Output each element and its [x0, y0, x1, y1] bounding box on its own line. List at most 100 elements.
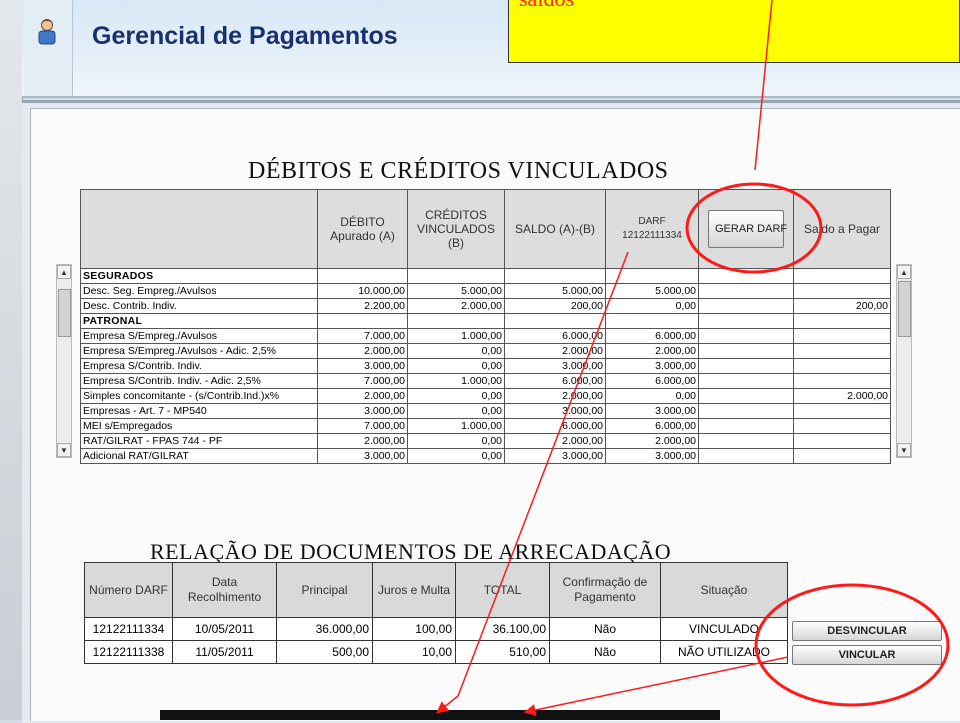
debitos-cell-saldo: 2.000,00 — [504, 343, 606, 359]
docs-header-principal: Principal — [276, 562, 373, 618]
annotation-note: saldos — [508, 0, 960, 63]
docs-cell-data: 11/05/2011 — [172, 640, 277, 664]
debitos-cell-pagar — [793, 328, 891, 344]
debitos-row: MEI s/Empregados 7.000,00 1.000,00 6.000,00… — [80, 418, 891, 434]
debitos-cell-saldo: 6.000,00 — [504, 418, 606, 434]
debitos-cell-pagar — [793, 448, 891, 464]
documentos-row[interactable]: 12122111338 11/05/2011 500,00 10,00 510,00 Nã… — [84, 640, 788, 664]
documentos-row[interactable]: 12122111334 10/05/2011 36.000,00 100,00 36.1… — [84, 617, 788, 641]
docs-cell-confirmacao: Não — [549, 640, 661, 664]
debitos-row: Empresa S/Empreg./Avulsos 7.000,00 1.000,0… — [80, 328, 891, 344]
debitos-cell-debito — [317, 313, 408, 329]
debitos-group-row: SEGURADOS — [80, 268, 891, 284]
debitos-cell-pagar — [793, 433, 891, 449]
debitos-cell-saldo: 5.000,00 — [504, 283, 606, 299]
debitos-cell-credito: 0,00 — [407, 403, 505, 419]
page-title: Gerencial de Pagamentos — [92, 22, 398, 50]
debitos-cell-gerar — [698, 388, 794, 404]
user-tile[interactable] — [24, 0, 73, 96]
debitos-row: Empresa S/Empreg./Avulsos - Adic. 2,5% 2.… — [80, 343, 891, 359]
debitos-cell-darf: 0,00 — [605, 298, 699, 314]
right-scrollbar[interactable]: ▲ ▼ — [896, 264, 912, 458]
docs-cell-principal: 500,00 — [276, 640, 373, 664]
debitos-cell-debito: 3.000,00 — [317, 358, 408, 374]
debitos-cell-credito: 0,00 — [407, 448, 505, 464]
debitos-cell-saldo: 6.000,00 — [504, 328, 606, 344]
debitos-cell-gerar — [698, 343, 794, 359]
docs-cell-juros: 100,00 — [372, 617, 456, 641]
debitos-row: Empresa S/Contrib. Indiv. - Adic. 2,5% 7.… — [80, 373, 891, 389]
left-rail — [0, 0, 23, 720]
debitos-cell-gerar — [698, 433, 794, 449]
debitos-cell-darf: 0,00 — [605, 388, 699, 404]
debitos-cell-gerar — [698, 283, 794, 299]
debitos-cell-label: Empresa S/Contrib. Indiv. — [80, 358, 318, 374]
debitos-header-darf: DARF 12122111334 — [605, 189, 699, 269]
docs-cell-situacao: NÃO UTILIZADO — [660, 640, 788, 664]
debitos-cell-debito: 7.000,00 — [317, 328, 408, 344]
debitos-cell-label: Simples concomitante - (s/Contrib.Ind.)x… — [80, 388, 318, 404]
debitos-cell-credito: 1.000,00 — [407, 328, 505, 344]
debitos-cell-saldo — [504, 313, 606, 329]
debitos-cell-saldo — [504, 268, 606, 284]
debitos-cell-gerar — [698, 298, 794, 314]
debitos-cell-label: Desc. Contrib. Indiv. — [80, 298, 318, 314]
debitos-cell-credito: 0,00 — [407, 433, 505, 449]
debitos-cell-pagar: 2.000,00 — [793, 388, 891, 404]
scroll-up-icon[interactable]: ▲ — [57, 265, 71, 279]
docs-header-juros: Juros e Multa — [372, 562, 456, 618]
vincular-button[interactable]: VINCULAR — [792, 645, 942, 665]
debitos-body: SEGURADOS Desc. Seg. Empreg./Avulsos 10.00… — [80, 268, 891, 464]
docs-header-numero: Número DARF — [84, 562, 173, 618]
scroll-down-icon[interactable]: ▼ — [57, 443, 71, 457]
debitos-cell-credito: 5.000,00 — [407, 283, 505, 299]
debitos-cell-pagar: 200,00 — [793, 298, 891, 314]
docs-cell-numero: 12122111338 — [84, 640, 173, 664]
debitos-cell-gerar — [698, 373, 794, 389]
debitos-cell-pagar — [793, 268, 891, 284]
debitos-cell-label: Empresa S/Contrib. Indiv. - Adic. 2,5% — [80, 373, 318, 389]
debitos-cell-saldo: 6.000,00 — [504, 373, 606, 389]
debitos-cell-pagar — [793, 373, 891, 389]
debitos-cell-label: RAT/GILRAT - FPAS 744 - PF — [80, 433, 318, 449]
debitos-group-row: PATRONAL — [80, 313, 891, 329]
debitos-cell-gerar — [698, 358, 794, 374]
debitos-cell-pagar — [793, 343, 891, 359]
docs-cell-confirmacao: Não — [549, 617, 661, 641]
debitos-cell-credito: 0,00 — [407, 358, 505, 374]
debitos-cell-gerar — [698, 313, 794, 329]
scroll-thumb[interactable] — [58, 289, 71, 337]
debitos-cell-label: SEGURADOS — [80, 268, 318, 284]
debitos-cell-darf: 6.000,00 — [605, 418, 699, 434]
debitos-cell-debito: 2.000,00 — [317, 388, 408, 404]
debitos-table: DÉBITO Apurado (A) CRÉDITOS VINCULADOS (… — [80, 189, 891, 464]
debitos-cell-debito: 7.000,00 — [317, 418, 408, 434]
scroll-up-icon[interactable]: ▲ — [897, 265, 911, 279]
docs-header-confirmacao: Confirmação de Pagamento — [549, 562, 661, 618]
debitos-cell-darf: 2.000,00 — [605, 433, 699, 449]
debitos-cell-darf: 5.000,00 — [605, 283, 699, 299]
left-scrollbar[interactable]: ▲ ▼ — [56, 264, 72, 458]
debitos-header-row: DÉBITO Apurado (A) CRÉDITOS VINCULADOS (… — [80, 189, 891, 269]
desvincular-button[interactable]: DESVINCULAR — [792, 621, 942, 641]
annotation-note-text: saldos — [519, 0, 574, 12]
debitos-cell-pagar — [793, 403, 891, 419]
debitos-header-pagar: Saldo a Pagar — [793, 189, 891, 269]
debitos-cell-gerar — [698, 448, 794, 464]
debitos-cell-label: Empresa S/Empreg./Avulsos — [80, 328, 318, 344]
user-icon — [38, 19, 56, 45]
gerar-darf-button[interactable]: GERAR DARF — [708, 210, 787, 248]
debitos-cell-saldo: 3.000,00 — [504, 403, 606, 419]
bottom-bar — [160, 710, 720, 720]
docs-header-data: Data Recolhimento — [172, 562, 277, 618]
scroll-down-icon[interactable]: ▼ — [897, 443, 911, 457]
debitos-cell-debito: 2.000,00 — [317, 433, 408, 449]
debitos-cell-debito: 2.200,00 — [317, 298, 408, 314]
debitos-row: RAT/GILRAT - FPAS 744 - PF 2.000,00 0,00 2.… — [80, 433, 891, 449]
debitos-cell-saldo: 3.000,00 — [504, 358, 606, 374]
debitos-cell-label: MEI s/Empregados — [80, 418, 318, 434]
debitos-row: Desc. Seg. Empreg./Avulsos 10.000,00 5.000… — [80, 283, 891, 299]
documentos-table: Número DARF Data Recolhimento Principal … — [84, 562, 788, 664]
debitos-cell-gerar — [698, 328, 794, 344]
scroll-thumb[interactable] — [898, 281, 911, 337]
